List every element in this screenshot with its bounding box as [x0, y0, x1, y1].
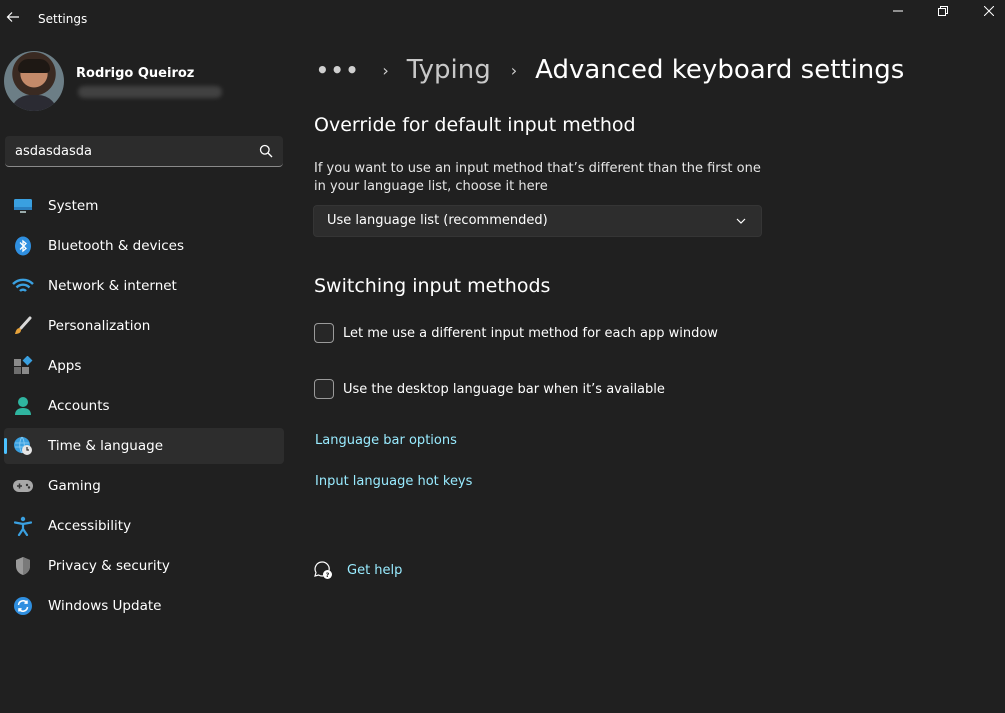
help-chat-icon: ?: [314, 561, 332, 579]
restore-icon: [938, 6, 948, 16]
accessibility-icon: [14, 516, 32, 536]
chevron-right-icon: ›: [510, 60, 518, 80]
wifi-icon: [12, 278, 34, 292]
per-app-input-checkbox[interactable]: [314, 323, 334, 343]
user-name: Rodrigo Queiroz: [76, 66, 195, 81]
switching-section-title: Switching input methods: [314, 275, 551, 297]
dropdown-selected-value: Use language list (recommended): [327, 213, 548, 228]
minimize-icon: [893, 10, 903, 12]
app-title: Settings: [38, 12, 88, 26]
desktop-language-bar-label: Use the desktop language bar when it’s a…: [343, 381, 665, 397]
sidebar-item-label: Accounts: [48, 398, 110, 414]
desktop-language-bar-checkbox[interactable]: [314, 379, 334, 399]
search-icon[interactable]: [259, 144, 273, 158]
chevron-right-icon: ›: [382, 60, 389, 80]
override-section-title: Override for default input method: [314, 114, 636, 136]
globe-clock-icon: [14, 436, 32, 455]
person-icon: [15, 397, 31, 415]
apps-icon: [14, 356, 33, 374]
get-help-link[interactable]: ? Get help: [313, 560, 402, 580]
get-help-label: Get help: [347, 562, 403, 578]
sidebar-nav: System Bluetooth & devices Network & int…: [4, 188, 284, 628]
sidebar-item-windows-update[interactable]: Windows Update: [4, 588, 284, 624]
sidebar-item-accounts[interactable]: Accounts: [4, 388, 284, 424]
update-icon: [14, 597, 32, 615]
sidebar-item-label: Personalization: [48, 318, 151, 334]
sidebar-item-network[interactable]: Network & internet: [4, 268, 284, 304]
breadcrumb-typing-link[interactable]: Typing: [407, 55, 491, 85]
gamepad-icon: [13, 480, 33, 492]
back-button[interactable]: [2, 6, 24, 28]
shield-icon: [16, 557, 30, 575]
input-language-hot-keys-link[interactable]: Input language hot keys: [315, 474, 472, 489]
sidebar-item-label: Bluetooth & devices: [48, 238, 185, 254]
sidebar-item-label: Accessibility: [48, 518, 132, 534]
input-method-dropdown[interactable]: Use language list (recommended): [313, 205, 762, 237]
sidebar-item-bluetooth[interactable]: Bluetooth & devices: [4, 228, 284, 264]
chevron-down-icon: [736, 218, 746, 224]
sidebar-item-label: Windows Update: [48, 598, 162, 614]
title-bar: Settings: [0, 0, 1005, 36]
sidebar-item-time-language[interactable]: Time & language: [4, 428, 284, 464]
svg-text:?: ?: [326, 571, 330, 579]
back-arrow-icon: [6, 12, 19, 22]
brush-icon: [15, 316, 32, 334]
bluetooth-icon: [15, 236, 31, 256]
override-description: If you want to use an input method that’…: [314, 161, 761, 194]
desktop-language-bar-option[interactable]: Use the desktop language bar when it’s a…: [314, 379, 665, 399]
sidebar-item-gaming[interactable]: Gaming: [4, 468, 284, 504]
breadcrumb: ••• › Typing › Advanced keyboard setting…: [316, 52, 904, 88]
sidebar-item-label: Apps: [48, 358, 82, 374]
sidebar-item-label: Privacy & security: [48, 558, 170, 574]
sidebar-item-label: Gaming: [48, 478, 101, 494]
sidebar-item-label: Network & internet: [48, 278, 177, 294]
per-app-input-label: Let me use a different input method for …: [343, 325, 718, 341]
sidebar-item-label: Time & language: [48, 438, 164, 454]
page-title: Advanced keyboard settings: [535, 55, 905, 85]
monitor-icon: [14, 199, 32, 213]
avatar: [4, 51, 64, 111]
sidebar-item-accessibility[interactable]: Accessibility: [4, 508, 284, 544]
per-app-input-option[interactable]: Let me use a different input method for …: [314, 323, 718, 343]
user-email-blurred: [78, 86, 222, 98]
restore-button[interactable]: [920, 0, 966, 22]
breadcrumb-more-button[interactable]: •••: [316, 58, 360, 82]
minimize-button[interactable]: [875, 0, 921, 22]
search-input[interactable]: asdasdasda: [5, 136, 283, 167]
sidebar-item-privacy[interactable]: Privacy & security: [4, 548, 284, 584]
sidebar-item-system[interactable]: System: [4, 188, 284, 224]
sidebar-item-apps[interactable]: Apps: [4, 348, 284, 384]
search-value: asdasdasda: [15, 144, 92, 159]
close-icon: [984, 6, 994, 16]
close-button[interactable]: [966, 0, 1005, 22]
language-bar-options-link[interactable]: Language bar options: [315, 433, 457, 448]
sidebar-item-label: System: [48, 198, 99, 214]
sidebar-item-personalization[interactable]: Personalization: [4, 308, 284, 344]
